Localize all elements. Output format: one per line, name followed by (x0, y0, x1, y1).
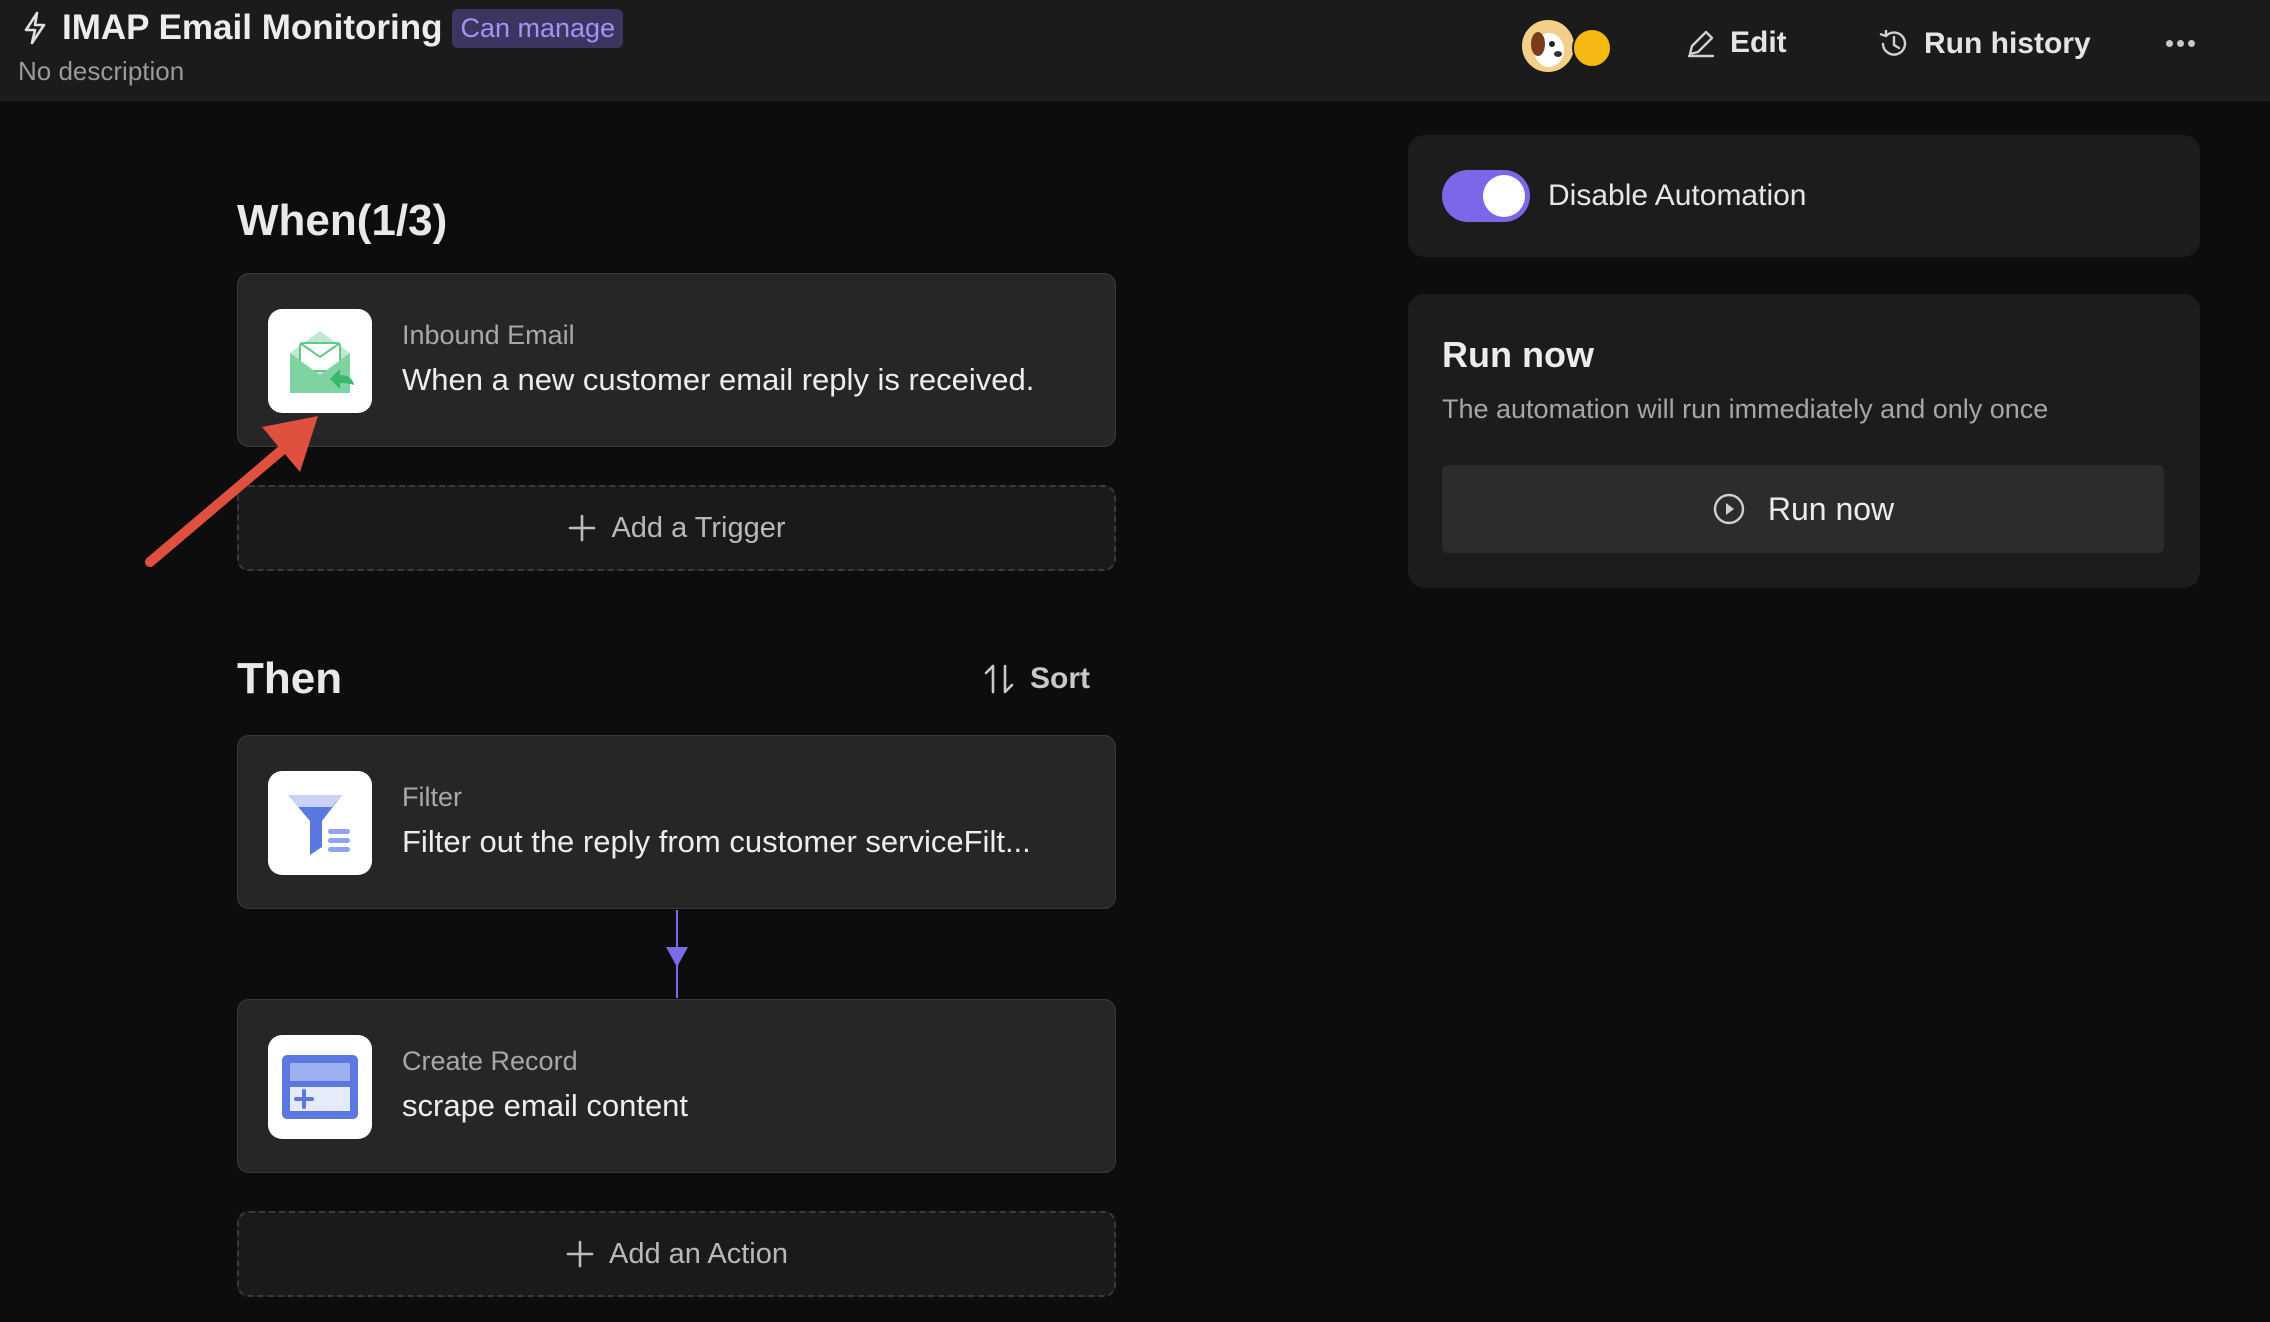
add-action-button[interactable]: Add an Action (237, 1211, 1116, 1297)
dog-avatar-icon (1531, 32, 1564, 67)
edit-button[interactable]: Edit (1684, 26, 1787, 60)
action-text: scrape email content (402, 1088, 689, 1123)
action-text: Filter out the reply from customer servi… (402, 824, 1031, 859)
action-kicker: Filter (402, 782, 462, 812)
more-options-button[interactable] (2160, 28, 2200, 58)
run-history-button[interactable]: Run history (1876, 26, 2091, 62)
run-now-title: Run now (1442, 334, 1594, 375)
plus-icon (566, 1240, 594, 1268)
pencil-icon (1687, 30, 1715, 58)
automation-toggle-panel: Disable Automation (1408, 135, 2200, 257)
trigger-card[interactable]: Inbound Email When a new customer email … (237, 273, 1116, 447)
bolt-icon (24, 11, 46, 45)
avatar[interactable] (1520, 18, 1576, 74)
toggle-knob (1483, 175, 1525, 217)
title-row: IMAP Email Monitoring Can manage (22, 8, 624, 48)
create-record-action-card[interactable]: Create Record scrape email content (237, 999, 1116, 1173)
sort-button[interactable]: Sort (982, 662, 1090, 696)
play-circle-icon (1713, 493, 1745, 525)
trigger-kicker: Inbound Email (402, 320, 575, 350)
toggle-label: Disable Automation (1548, 179, 1807, 212)
run-now-panel: Run now The automation will run immediat… (1408, 294, 2200, 588)
plus-icon (569, 514, 596, 542)
collaborator-avatars[interactable] (1520, 18, 1612, 74)
filter-funnel-icon (268, 771, 372, 875)
run-history-label: Run history (1924, 27, 2091, 60)
flow-arrow-icon (666, 947, 688, 967)
page-title: IMAP Email Monitoring (62, 8, 443, 47)
avatar-secondary[interactable] (1572, 28, 1612, 68)
then-section-title: Then (237, 654, 343, 703)
inbound-email-icon (268, 309, 372, 413)
create-record-icon (268, 1035, 372, 1139)
history-icon (1879, 30, 1907, 56)
when-section-title: When(1/3) (237, 196, 448, 245)
add-trigger-label: Add a Trigger (611, 511, 786, 544)
page-description: No description (18, 56, 185, 86)
run-now-button[interactable]: Run now (1442, 465, 2164, 553)
add-trigger-button[interactable]: Add a Trigger (237, 485, 1116, 571)
edit-label: Edit (1730, 26, 1787, 59)
sort-arrows-icon (984, 664, 1014, 694)
run-now-description: The automation will run immediately and … (1442, 394, 2049, 424)
run-now-label: Run now (1767, 490, 1895, 527)
add-action-label: Add an Action (609, 1237, 788, 1270)
sort-label: Sort (1030, 662, 1090, 695)
disable-automation-toggle[interactable] (1442, 170, 1530, 222)
trigger-text: When a new customer email reply is recei… (402, 362, 1035, 397)
permission-badge: Can manage (452, 8, 624, 48)
filter-action-card[interactable]: Filter Filter out the reply from custome… (237, 735, 1116, 909)
top-bar: IMAP Email Monitoring Can manage No desc… (0, 0, 2270, 101)
action-kicker: Create Record (402, 1046, 578, 1076)
